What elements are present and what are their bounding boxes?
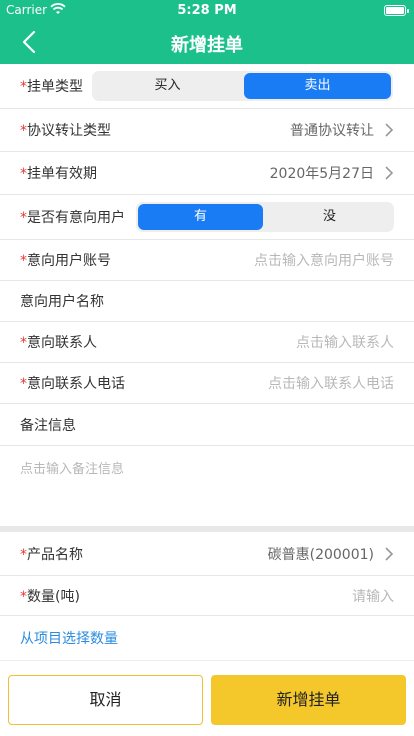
product-label: *产品名称	[20, 546, 83, 563]
select-from-project-link[interactable]: 从项目选择数量	[20, 628, 118, 648]
chevron-right-icon	[385, 166, 394, 180]
battery-icon	[384, 5, 409, 16]
remark-placeholder: 点击输入备注信息	[20, 462, 125, 477]
product-value: 碳普惠(200001)	[267, 546, 374, 563]
order-type-buy[interactable]: 买入	[94, 73, 241, 99]
nav-bar: 新增挂单	[0, 20, 414, 64]
quantity-label: *数量(吨)	[20, 588, 80, 605]
contact-row[interactable]: *意向联系人 点击输入联系人	[0, 322, 414, 363]
status-bar: Carrier 5:28 PM	[0, 0, 414, 20]
intent-user-segmented: 有 没	[136, 202, 394, 232]
intent-name-label: 意向用户名称	[20, 294, 104, 310]
submit-order-button[interactable]: 新增挂单	[211, 675, 406, 725]
intent-user-label: *是否有意向用户	[20, 210, 125, 226]
select-from-project-row: 从项目选择数量	[0, 616, 414, 660]
intent-user-row: *是否有意向用户 有 没	[0, 195, 414, 240]
contact-phone-row[interactable]: *意向联系人电话 点击输入联系人电话	[0, 363, 414, 404]
contact-phone-label: *意向联系人电话	[20, 376, 125, 392]
remark-label: 备注信息	[20, 417, 76, 434]
intent-account-input[interactable]: 点击输入意向用户账号	[254, 250, 394, 270]
intent-name-row: 意向用户名称	[0, 281, 414, 322]
remark-row: 备注信息	[0, 404, 414, 446]
transfer-type-label: *协议转让类型	[20, 123, 111, 139]
intent-account-label: *意向用户账号	[20, 253, 111, 269]
contact-phone-input[interactable]: 点击输入联系人电话	[268, 373, 394, 393]
remark-textarea[interactable]: 点击输入备注信息	[0, 446, 414, 526]
order-type-sell[interactable]: 卖出	[244, 73, 391, 99]
contact-input[interactable]: 点击输入联系人	[296, 332, 394, 352]
cancel-button[interactable]: 取消	[8, 675, 203, 725]
contact-label: *意向联系人	[20, 335, 97, 351]
product-row[interactable]: *产品名称 碳普惠(200001)	[0, 532, 414, 576]
status-time: 5:28 PM	[177, 3, 237, 18]
transfer-type-row[interactable]: *协议转让类型 普通协议转让	[0, 109, 414, 152]
intent-user-yes[interactable]: 有	[138, 204, 263, 230]
order-type-label: *挂单类型	[20, 79, 83, 95]
order-type-row: *挂单类型 买入 卖出	[0, 64, 414, 109]
chevron-right-icon	[385, 123, 394, 137]
intent-account-row[interactable]: *意向用户账号 点击输入意向用户账号	[0, 240, 414, 281]
quantity-row[interactable]: *数量(吨) 请输入	[0, 576, 414, 616]
chevron-right-icon	[385, 546, 394, 561]
page-title: 新增挂单	[171, 35, 243, 56]
intent-user-no[interactable]: 没	[267, 204, 392, 230]
quantity-input[interactable]: 请输入	[352, 586, 394, 606]
transfer-type-value: 普通协议转让	[290, 123, 374, 139]
bottom-action-bar: 取消 新增挂单	[0, 660, 414, 736]
validity-row[interactable]: *挂单有效期 2020年5月27日	[0, 152, 414, 195]
validity-label: *挂单有效期	[20, 166, 97, 182]
validity-value: 2020年5月27日	[269, 166, 374, 182]
order-type-segmented: 买入 卖出	[92, 71, 393, 101]
